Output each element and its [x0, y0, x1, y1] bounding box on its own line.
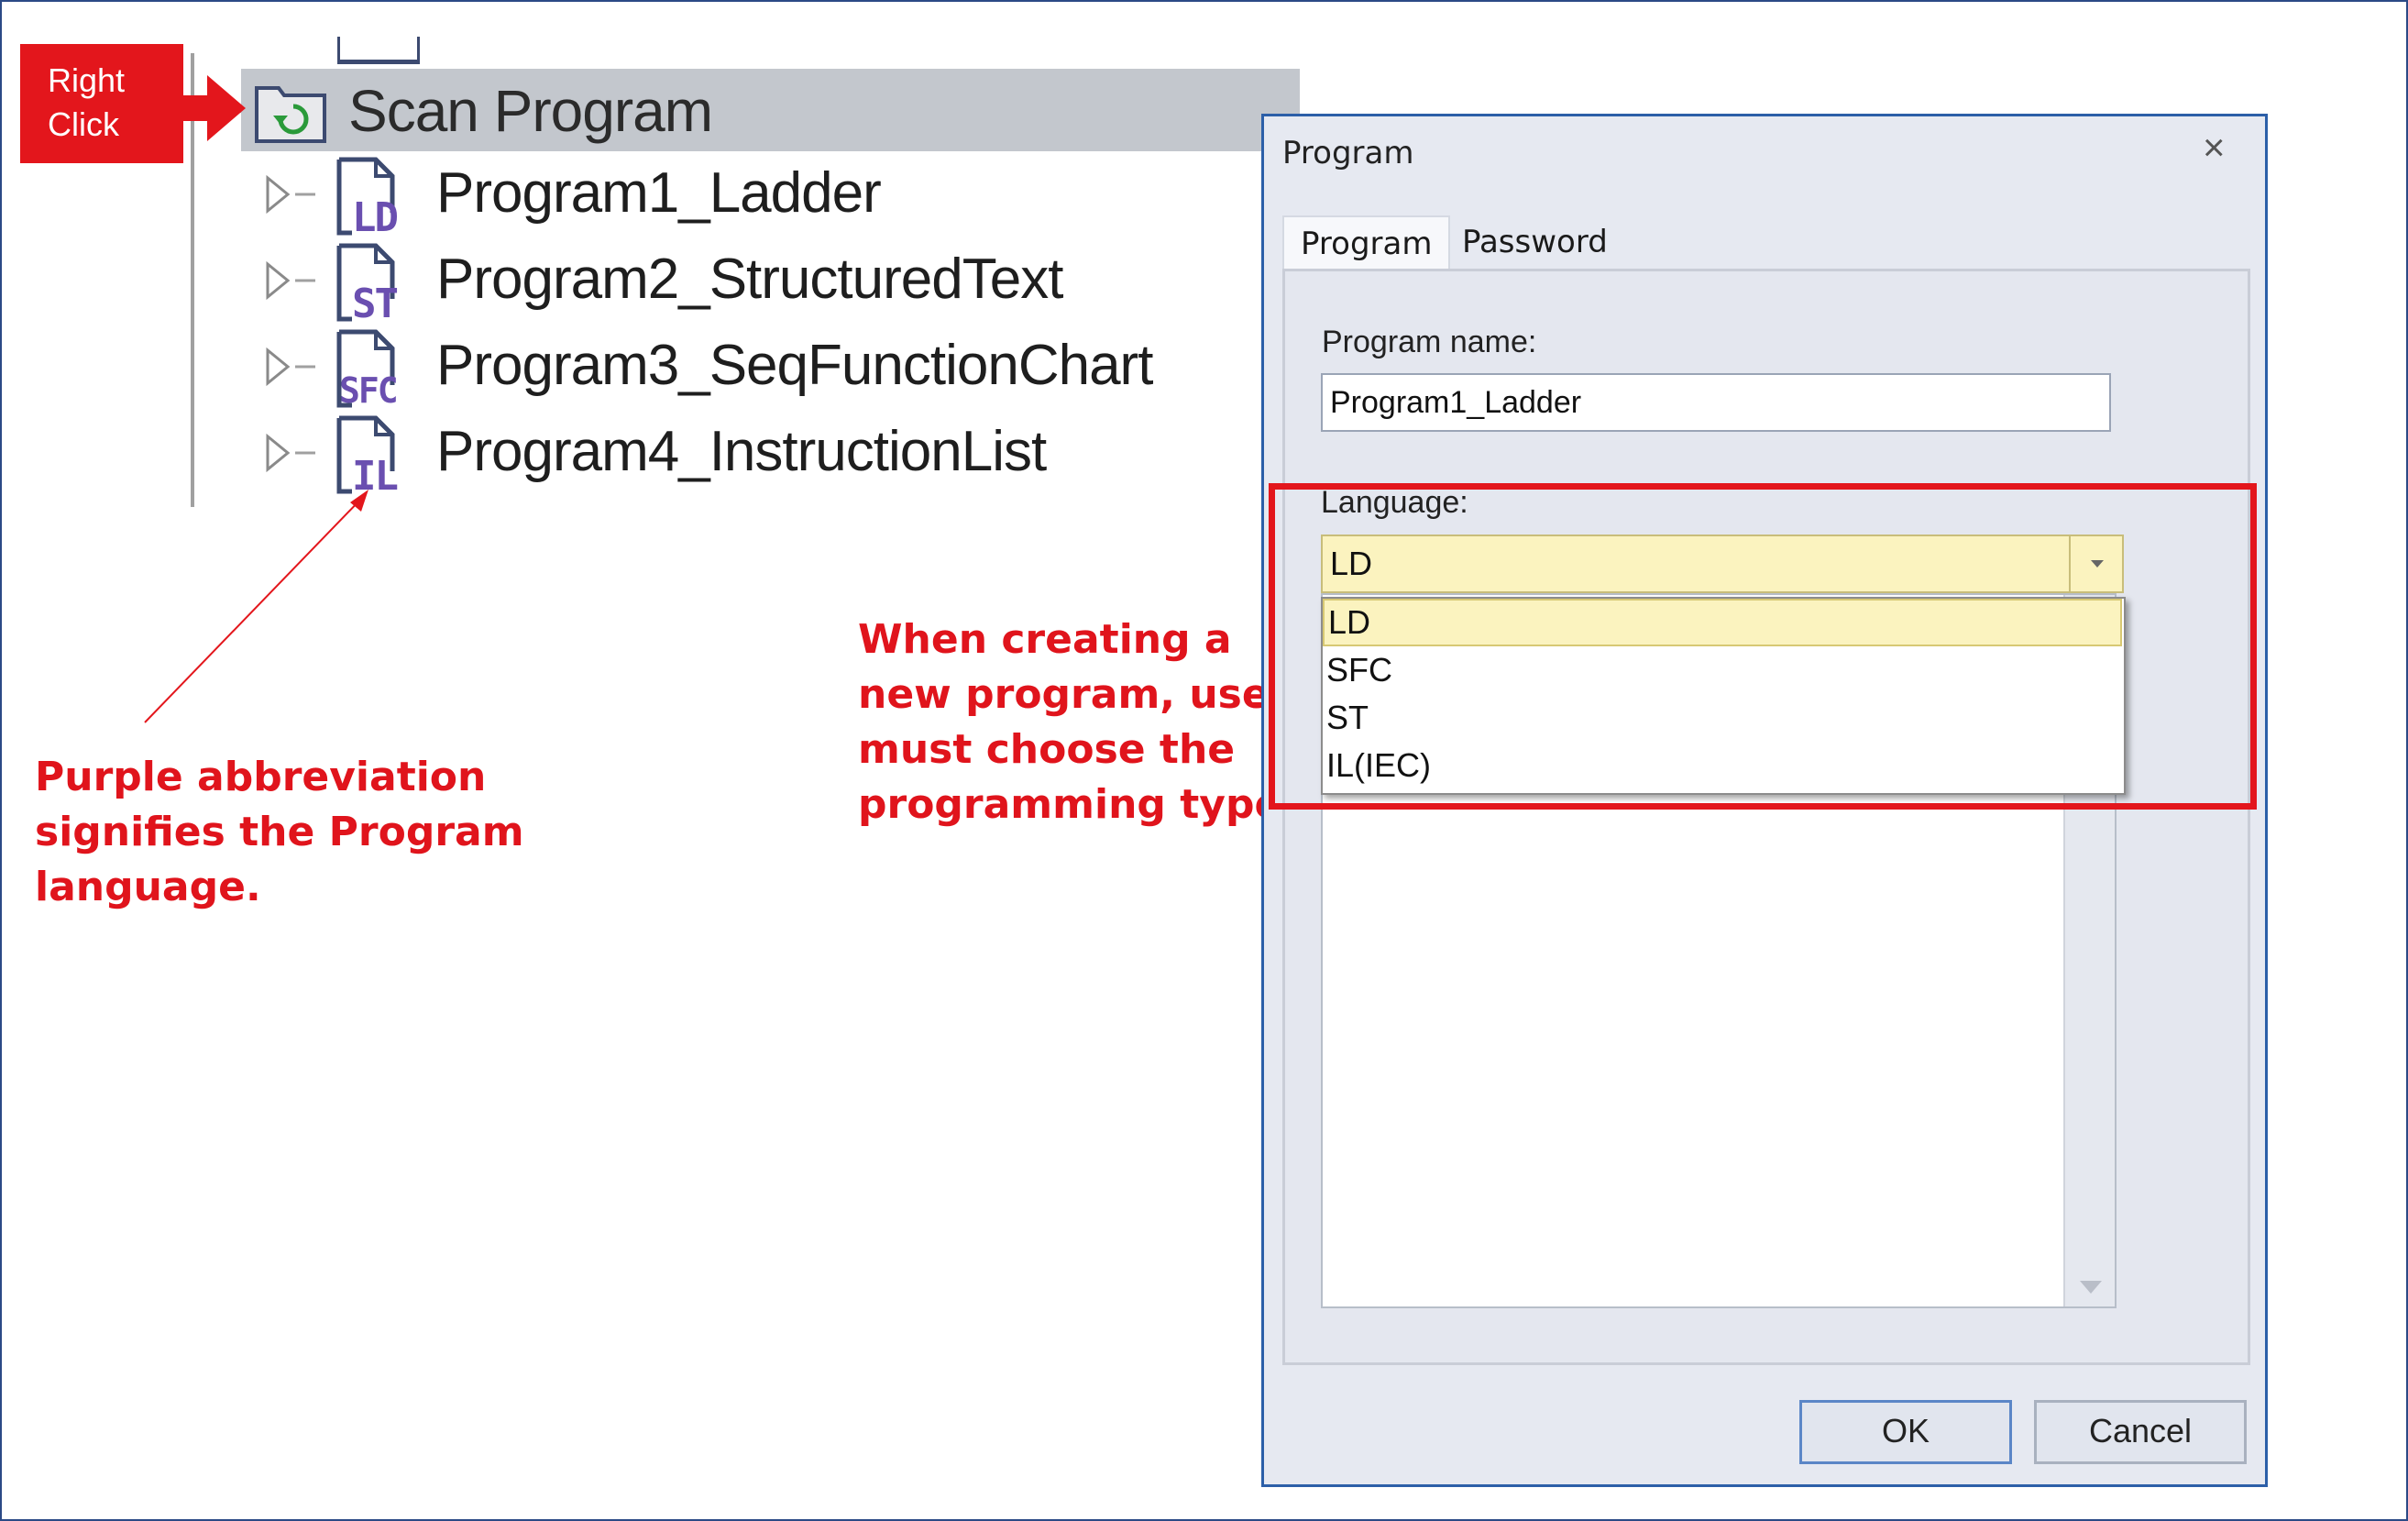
dialog-close-button[interactable]: ×	[2203, 128, 2226, 167]
scroll-down-icon[interactable]	[2080, 1281, 2102, 1294]
language-highlight-box	[1269, 483, 2257, 810]
tree-item-program[interactable]: IL Program4_InstructionList	[264, 413, 1199, 499]
expand-arrow-icon[interactable]	[264, 347, 319, 387]
program-label: Program2_StructuredText	[436, 248, 1063, 311]
tree-parent-stub	[337, 37, 420, 64]
expand-arrow-icon[interactable]	[264, 260, 319, 301]
program-label: Program4_InstructionList	[436, 420, 1047, 483]
program-language-abbr: ST	[352, 281, 399, 327]
tree-item-program[interactable]: LD Program1_Ladder	[264, 154, 1199, 240]
program-language-abbr: SFC	[339, 370, 399, 411]
tab-password[interactable]: Password	[1446, 215, 1624, 270]
dialog-title: Program	[1282, 135, 1414, 171]
program-label: Program1_Ladder	[436, 161, 882, 225]
language-abbreviation-note: Purple abbreviation signifies the Progra…	[35, 754, 524, 910]
ok-button[interactable]: OK	[1799, 1400, 2012, 1464]
scan-folder-icon	[255, 86, 326, 143]
language-pointer-arrow-icon	[144, 490, 368, 723]
right-click-arrow-icon	[181, 75, 246, 141]
tab-program[interactable]: Program	[1282, 215, 1451, 272]
program-language-abbr: LD	[352, 194, 399, 241]
expand-arrow-icon[interactable]	[264, 174, 319, 215]
program-name-label: Program name:	[1322, 325, 1537, 359]
program-type-note: When creating a new program, user must c…	[858, 616, 1290, 828]
tree-item-program[interactable]: SFC Program3_SeqFunctionChart	[264, 326, 1199, 413]
expand-arrow-icon[interactable]	[264, 433, 319, 473]
tree-item-program[interactable]: ST Program2_StructuredText	[264, 240, 1199, 326]
scan-program-label: Scan Program	[348, 78, 713, 144]
cancel-button[interactable]: Cancel	[2034, 1400, 2247, 1464]
right-click-text: Right Click	[48, 61, 126, 143]
program-name-input[interactable]	[1321, 373, 2111, 432]
right-click-callout: Right Click	[20, 44, 183, 163]
program-label: Program3_SeqFunctionChart	[436, 334, 1153, 397]
